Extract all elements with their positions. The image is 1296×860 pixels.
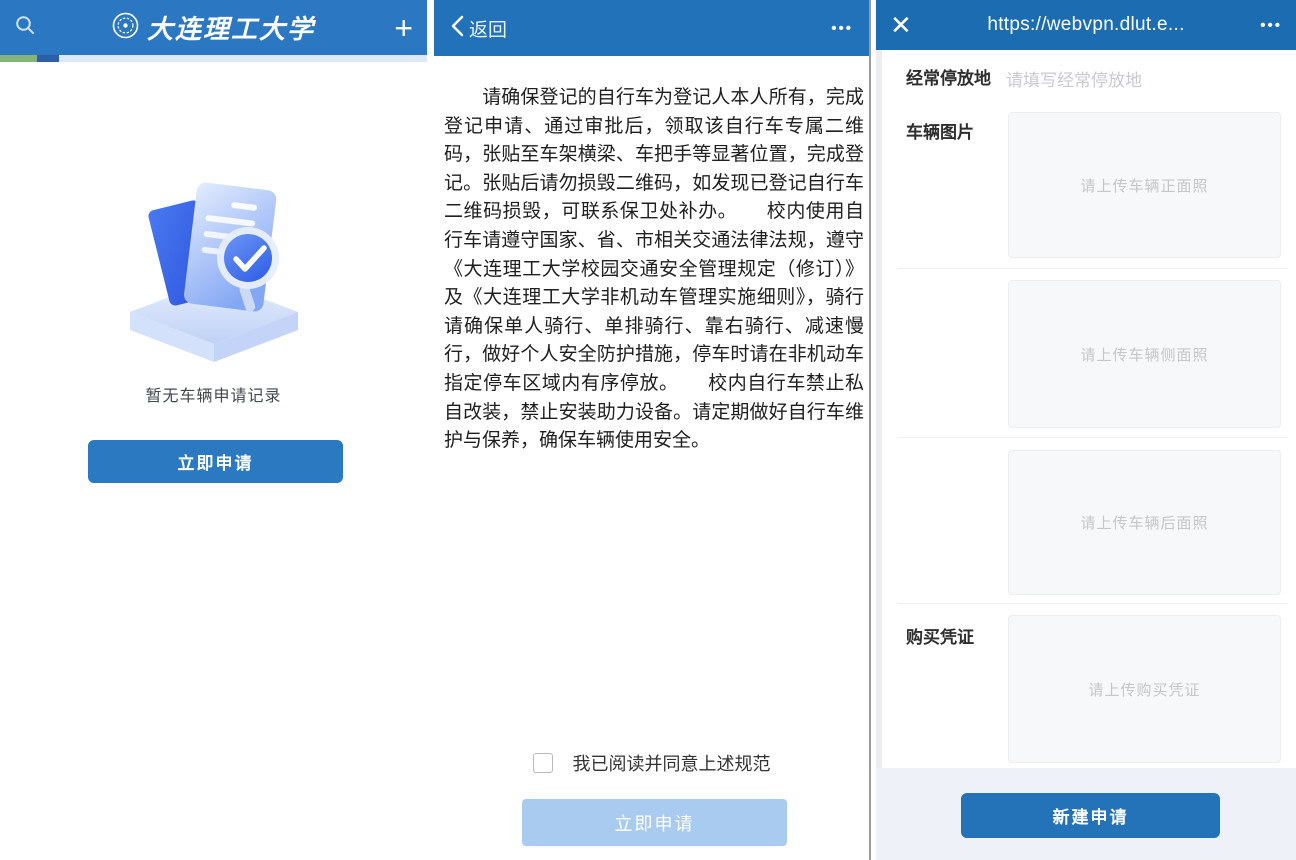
upload-receipt-placeholder: 请上传购买凭证 (1088, 679, 1200, 700)
upload-side-placeholder: 请上传车辆侧面照 (1080, 344, 1208, 365)
apply-now-button-disabled[interactable]: 立即申请 (522, 799, 787, 846)
upload-front-photo[interactable]: 请上传车辆正面照 (1008, 112, 1281, 258)
screenshot-root: + 大连理工大学 (0, 0, 1296, 860)
back-button[interactable]: 返回 (450, 15, 507, 42)
search-icon[interactable] (14, 14, 36, 41)
apply-now-button[interactable]: 立即申请 (88, 440, 343, 483)
parking-location-input[interactable]: 请填写经常停放地 (1006, 66, 1142, 91)
form-footer: 新建申请 (876, 768, 1296, 860)
webview-url-bar: https://webvpn.dlut.e... (936, 0, 1236, 50)
peek-segment (59, 55, 427, 62)
upload-rear-photo[interactable]: 请上传车辆后面照 (1008, 450, 1281, 595)
row-divider (898, 603, 1288, 604)
vehicle-photos-label: 车辆图片 (906, 118, 974, 143)
webview-url: https://webvpn.dlut.e... (987, 14, 1184, 36)
upload-side-photo[interactable]: 请上传车辆侧面照 (1008, 280, 1281, 428)
upload-receipt[interactable]: 请上传购买凭证 (1008, 615, 1281, 763)
panel-application-form: ✕ ••• https://webvpn.dlut.e... 经常停放地 请填写… (876, 0, 1296, 860)
row-divider (898, 268, 1288, 269)
empty-state-illustration (122, 172, 306, 367)
more-menu-icon[interactable]: ••• (1260, 18, 1282, 33)
rules-header: 返回 ••• (434, 0, 869, 56)
peek-segment (0, 55, 37, 62)
parking-location-label: 经常停放地 (906, 64, 991, 89)
back-label: 返回 (469, 15, 507, 42)
upload-front-placeholder: 请上传车辆正面照 (1080, 175, 1208, 196)
close-icon[interactable]: ✕ (890, 12, 912, 38)
agreement-label: 我已阅读并同意上述规范 (573, 750, 771, 776)
panel-app-home: + 大连理工大学 (0, 0, 427, 860)
purchase-receipt-label: 购买凭证 (906, 623, 974, 648)
upload-rear-placeholder: 请上传车辆后面照 (1080, 512, 1208, 533)
add-icon[interactable]: + (394, 12, 413, 44)
row-divider (898, 437, 1288, 438)
empty-state-text: 暂无车辆申请记录 (0, 382, 427, 406)
chevron-left-icon (450, 15, 464, 42)
agreement-checkbox[interactable] (533, 753, 553, 773)
new-application-button[interactable]: 新建申请 (961, 793, 1220, 838)
page-edge-gutter (876, 50, 882, 860)
app-home-header: + (0, 0, 427, 55)
peek-segment (37, 55, 59, 62)
scrolled-content-strip (0, 55, 427, 62)
panel-rules-notice: 返回 ••• 请确保登记的自行车为登记人本人所有，完成登记申请、通过审批后，领取… (434, 0, 871, 860)
agreement-row: 我已阅读并同意上述规范 (434, 750, 869, 776)
more-menu-icon[interactable]: ••• (831, 21, 853, 36)
rules-notice-text: 请确保登记的自行车为登记人本人所有，完成登记申请、通过审批后，领取该自行车专属二… (444, 84, 864, 456)
